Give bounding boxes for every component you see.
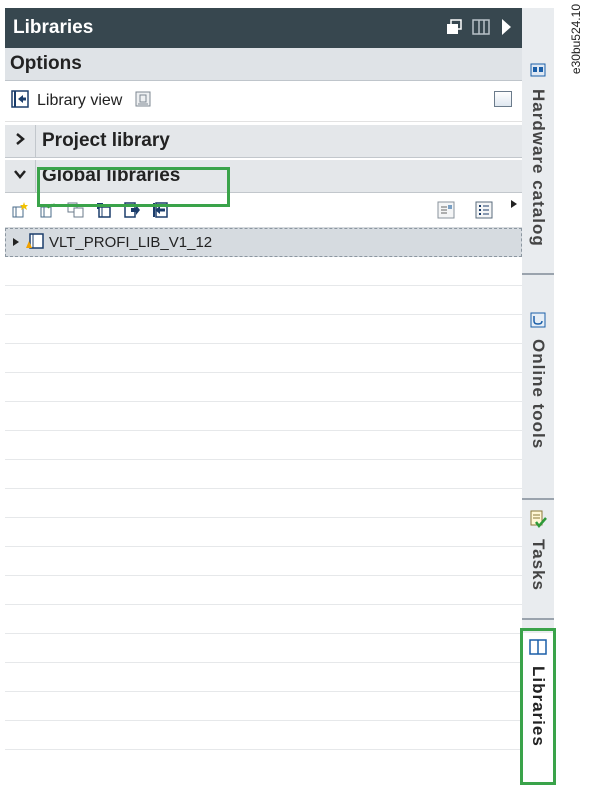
tab-hardware-catalog-label[interactable]: Hardware catalog <box>528 89 548 247</box>
global-library-icon <box>25 232 45 254</box>
tab-online-tools[interactable]: Online tools <box>522 308 554 500</box>
empty-row <box>5 431 522 460</box>
maximize-view-icon[interactable] <box>494 91 512 107</box>
chevron-right-icon[interactable] <box>5 132 35 151</box>
empty-row <box>5 634 522 663</box>
empty-row <box>5 286 522 315</box>
empty-row <box>5 721 522 750</box>
empty-row <box>5 489 522 518</box>
empty-row <box>5 518 522 547</box>
tab-tasks-label[interactable]: Tasks <box>528 539 548 591</box>
empty-row <box>5 605 522 634</box>
collapse-arrow-icon[interactable] <box>500 18 512 42</box>
global-libraries-tree: VLT_PROFI_LIB_V1_12 <box>5 228 522 750</box>
online-tools-icon <box>530 312 546 333</box>
tab-online-tools-label[interactable]: Online tools <box>528 339 548 449</box>
library-properties-icon[interactable] <box>437 201 455 219</box>
document-id: e30bu524.10 <box>569 4 583 75</box>
options-header: Options <box>5 48 522 81</box>
expand-arrow-icon[interactable] <box>12 234 20 251</box>
library-view-settings-icon[interactable] <box>134 90 152 113</box>
empty-row <box>5 402 522 431</box>
library-view-toggle-icon[interactable] <box>11 89 29 113</box>
empty-row <box>5 315 522 344</box>
empty-row <box>5 257 522 286</box>
library-view-label[interactable]: Library view <box>37 92 122 110</box>
tree-item[interactable]: VLT_PROFI_LIB_V1_12 <box>5 228 522 257</box>
split-view-icon[interactable] <box>472 19 490 41</box>
toolbar-overflow-icon[interactable] <box>510 197 518 215</box>
float-window-icon[interactable] <box>446 19 462 41</box>
tab-hardware-catalog[interactable]: Hardware catalog <box>522 58 554 275</box>
details-view-icon[interactable] <box>475 201 493 219</box>
new-library-icon[interactable] <box>11 201 29 219</box>
global-libraries-highlight <box>37 167 230 207</box>
tree-item-label[interactable]: VLT_PROFI_LIB_V1_12 <box>49 234 212 251</box>
panel-title: Libraries <box>13 17 94 38</box>
project-library-section[interactable]: Project library <box>5 122 522 158</box>
empty-row <box>5 344 522 373</box>
libraries-panel: Libraries Options Library view Project l… <box>5 8 524 778</box>
empty-row <box>5 576 522 605</box>
libraries-tab-highlight <box>520 628 556 785</box>
empty-row <box>5 692 522 721</box>
chevron-down-icon[interactable] <box>5 167 35 185</box>
empty-row <box>5 373 522 402</box>
empty-row <box>5 663 522 692</box>
panel-titlebar: Libraries <box>5 8 522 48</box>
empty-row <box>5 460 522 489</box>
library-view-bar: Library view <box>5 81 522 122</box>
empty-row <box>5 547 522 576</box>
options-label: Options <box>10 53 82 74</box>
hardware-catalog-icon <box>530 62 546 83</box>
titlebar-controls <box>446 18 512 42</box>
tasks-icon <box>529 510 547 533</box>
tab-tasks[interactable]: Tasks <box>522 506 554 620</box>
project-library-label[interactable]: Project library <box>35 125 170 157</box>
